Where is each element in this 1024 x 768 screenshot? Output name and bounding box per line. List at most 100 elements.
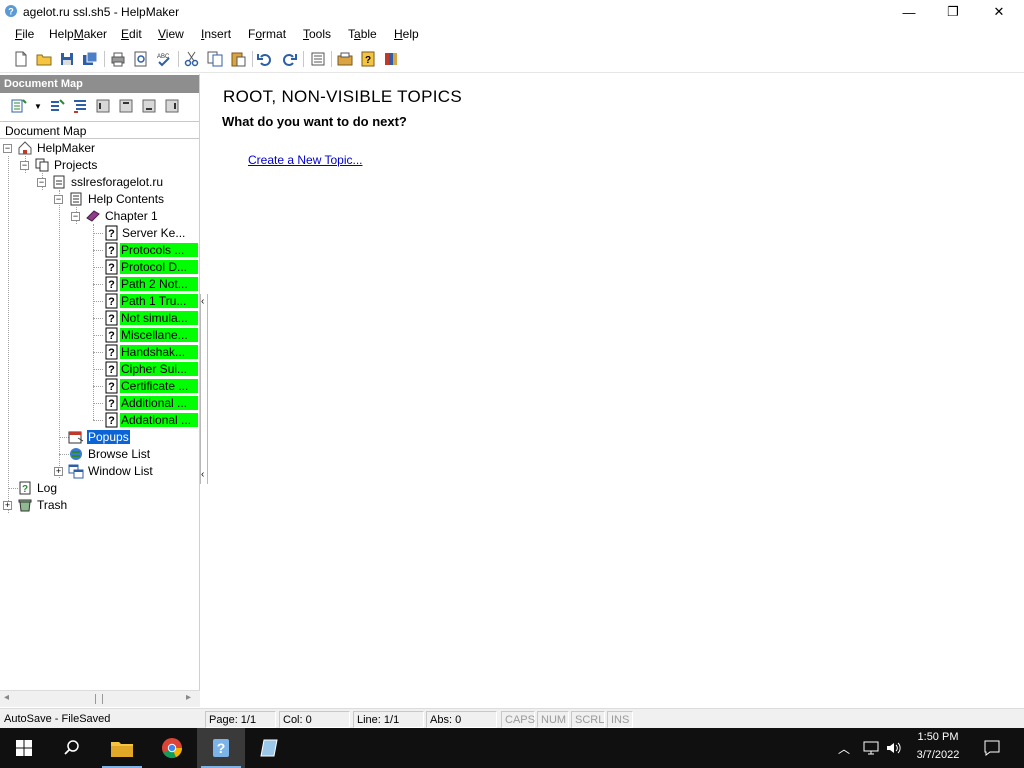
tree-item-browse-list[interactable]: Browse List	[0, 446, 199, 463]
help-icon[interactable]: ?	[359, 50, 377, 68]
books-icon[interactable]	[382, 50, 400, 68]
collapse-left-arrow-icon[interactable]: ‹	[201, 469, 204, 480]
collapse-left-arrow-icon[interactable]: ‹	[201, 296, 204, 307]
expand-icon[interactable]: +	[54, 467, 63, 476]
menu-insert[interactable]: Insert	[201, 27, 231, 41]
topic-editor[interactable]	[209, 74, 1024, 707]
tree-item-topic[interactable]: ? Addational ...	[0, 412, 199, 429]
restore-button[interactable]: ❐	[930, 0, 976, 24]
taskbar-notepad-app[interactable]	[246, 728, 294, 768]
taskbar-file-explorer[interactable]	[98, 728, 146, 768]
edit-topic-icon[interactable]	[48, 97, 66, 115]
cut-icon[interactable]	[183, 50, 201, 68]
tree-item-topic[interactable]: ? Miscellane...	[0, 327, 199, 344]
properties-icon[interactable]	[309, 50, 327, 68]
open-folder-icon[interactable]	[35, 50, 53, 68]
print-preview-icon[interactable]	[132, 50, 150, 68]
network-icon[interactable]	[862, 740, 880, 759]
document-map-tab[interactable]: Document Map	[0, 121, 199, 139]
pane-splitter[interactable]: ‹ ‹	[200, 294, 208, 484]
tree-item-topic[interactable]: ? Additional ...	[0, 395, 199, 412]
tree-item-help-contents[interactable]: − Help Contents	[0, 191, 199, 208]
move-left-icon[interactable]	[94, 97, 112, 115]
collapse-icon[interactable]: −	[37, 178, 46, 187]
move-right-icon[interactable]	[163, 97, 181, 115]
move-up-icon[interactable]	[117, 97, 135, 115]
tree-horizontal-scrollbar[interactable]: ◂ ▸	[0, 690, 200, 707]
search-button[interactable]	[48, 728, 96, 768]
volume-icon[interactable]	[885, 740, 903, 759]
project-file-icon	[51, 174, 67, 190]
tree-item-topic[interactable]: ? Protocols ...	[0, 242, 199, 259]
menu-helpmaker[interactable]: HelpMaker	[49, 27, 107, 41]
move-down-icon[interactable]	[140, 97, 158, 115]
collapse-icon[interactable]: −	[3, 144, 12, 153]
tree-label: Addational ...	[120, 413, 198, 427]
taskbar-helpmaker[interactable]: ?	[197, 728, 245, 768]
collapse-icon[interactable]: −	[71, 212, 80, 221]
compile-icon[interactable]	[336, 50, 354, 68]
tree-item-topic[interactable]: ? Certificate ...	[0, 378, 199, 395]
menu-table[interactable]: Table	[348, 27, 377, 41]
menu-bar: File HelpMaker Edit View Insert Format T…	[0, 24, 1024, 46]
trash-icon	[17, 497, 33, 513]
redo-icon[interactable]	[280, 50, 298, 68]
svg-text:?: ?	[108, 330, 115, 342]
show-hidden-icons-chevron-icon[interactable]: ︿	[838, 740, 850, 757]
spellcheck-icon[interactable]: ABC	[155, 50, 173, 68]
tree-item-topic[interactable]: ? Path 1 Tru...	[0, 293, 199, 310]
taskbar-chrome[interactable]	[148, 728, 196, 768]
tree-item-chapter[interactable]: − Chapter 1	[0, 208, 199, 225]
menu-view[interactable]: View	[158, 27, 184, 41]
scroll-right-arrow-icon[interactable]: ▸	[186, 692, 191, 703]
notifications-icon[interactable]	[983, 739, 1001, 760]
menu-edit[interactable]: Edit	[121, 27, 142, 41]
tree-item-topic[interactable]: ? Protocol D...	[0, 259, 199, 276]
paste-icon[interactable]	[229, 50, 247, 68]
collapse-icon[interactable]: −	[20, 161, 29, 170]
tree-item-topic[interactable]: ? Server Ke...	[0, 225, 199, 242]
start-button[interactable]	[0, 728, 48, 768]
menu-tools[interactable]: Tools	[303, 27, 331, 41]
print-icon[interactable]	[109, 50, 127, 68]
tree-item-projects[interactable]: − Projects	[0, 157, 199, 174]
menu-help[interactable]: Help	[394, 27, 419, 41]
status-num: NUM	[537, 711, 569, 728]
menu-format[interactable]: Format	[248, 27, 286, 41]
copy-icon[interactable]	[206, 50, 224, 68]
topic-question-icon: ?	[104, 327, 120, 343]
collapse-icon[interactable]: −	[54, 195, 63, 204]
menu-help-mnemonic: H	[394, 27, 403, 41]
expand-icon[interactable]: +	[3, 501, 12, 510]
tree-item-topic[interactable]: ? Path 2 Not...	[0, 276, 199, 293]
tree-item-log[interactable]: ? Log	[0, 480, 199, 497]
create-new-topic-link[interactable]: Create a New Topic...	[248, 153, 363, 167]
tree-item-window-list[interactable]: + Window List	[0, 463, 199, 480]
menu-file[interactable]: File	[15, 27, 34, 41]
clock-time[interactable]: 1:50 PM	[908, 731, 968, 743]
tree-item-helpmaker[interactable]: − HelpMaker	[0, 140, 199, 157]
toolbar-separator	[303, 51, 304, 67]
new-file-icon[interactable]	[12, 50, 30, 68]
tree-item-topic[interactable]: ? Not simula...	[0, 310, 199, 327]
scrollbar-thumb[interactable]	[95, 694, 103, 704]
minimize-button[interactable]: —	[886, 0, 932, 24]
clock-date[interactable]: 3/7/2022	[908, 749, 968, 761]
scroll-left-arrow-icon[interactable]: ◂	[4, 692, 9, 703]
add-topic-icon[interactable]	[10, 97, 28, 115]
close-button[interactable]: ✕	[976, 0, 1022, 24]
svg-text:?: ?	[108, 347, 115, 359]
undo-icon[interactable]	[256, 50, 274, 68]
document-tree: − HelpMaker − Projects − sslresforagelot…	[0, 140, 199, 530]
save-all-icon[interactable]	[81, 50, 99, 68]
tree-item-topic[interactable]: ? Cipher Sui...	[0, 361, 199, 378]
status-page: Page: 1/1	[205, 711, 276, 728]
tree-item-project[interactable]: − sslresforagelot.ru	[0, 174, 199, 191]
tree-item-topic[interactable]: ? Handshak...	[0, 344, 199, 361]
tree-item-popups[interactable]: Popups	[0, 429, 199, 446]
save-icon[interactable]	[58, 50, 76, 68]
status-bar: AutoSave - FileSaved Page: 1/1 Col: 0 Li…	[0, 708, 1024, 728]
add-topic-dropdown-icon[interactable]: ▼	[34, 102, 42, 111]
tree-item-trash[interactable]: + Trash	[0, 497, 199, 514]
topic-list-icon[interactable]	[71, 97, 89, 115]
